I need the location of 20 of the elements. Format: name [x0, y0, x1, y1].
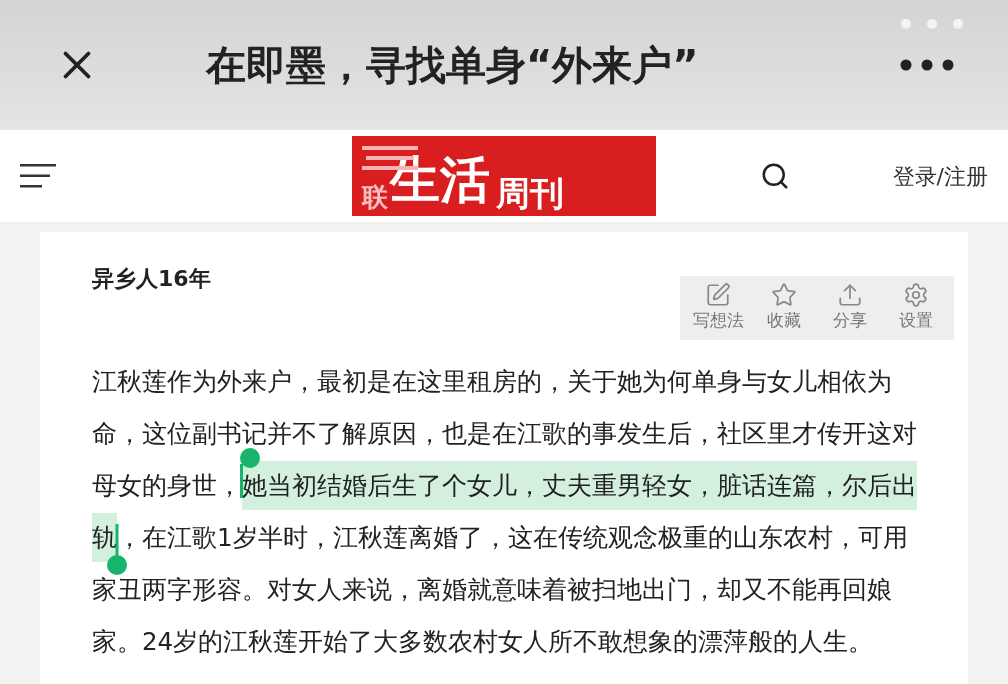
selected-text[interactable]: 她当初结婚后生了个女儿，丈夫重男轻女，脏话连篇，尔后出 — [242, 460, 917, 510]
share-icon — [837, 282, 863, 308]
login-link[interactable]: 登录/注册 — [892, 159, 988, 193]
settings-icon — [903, 282, 929, 308]
toolbar-button[interactable]: 收藏 — [754, 282, 814, 334]
article-paragraph: 江秋莲作为外来户，最初是在这里租房的，关于她为何单身与女儿相依为命，这位副书记并不了解原因，也是在江歌的事发生后，社区里才传开这对母女的身世，她当初结婚后生了个女儿，丈夫重男轻女，脏话连篇，尔后出 轨，在江歌1岁半时，江秋莲离婚了，这在传统观念极重的山东农村，可用家丑两字形容。对女人来说，离婚就意味着被扫地出门，却又不能再回娘家。24岁的江秋莲开始了大多数农村女人所不敢想象的漂萍般的人生。 — [92, 365, 918, 658]
toolbar-button[interactable]: 分享 — [820, 282, 880, 334]
logo-subtitle: 周刊 — [496, 176, 564, 210]
menu-icon[interactable] — [20, 164, 56, 188]
more-icon[interactable] — [900, 59, 954, 71]
selected-text[interactable]: 轨 — [92, 512, 117, 562]
search-icon[interactable] — [760, 161, 790, 191]
toolbar-button[interactable]: 写想法 — [688, 282, 748, 334]
logo-text: 联 — [362, 184, 388, 210]
section-heading: 异乡人16年 — [92, 265, 211, 293]
note-icon — [705, 282, 731, 308]
dots-icon — [900, 18, 964, 30]
star-icon — [771, 282, 797, 308]
toolbar-button[interactable]: 设置 — [886, 282, 946, 334]
page-title: 在即墨，寻找单身“外来户” — [206, 41, 699, 90]
